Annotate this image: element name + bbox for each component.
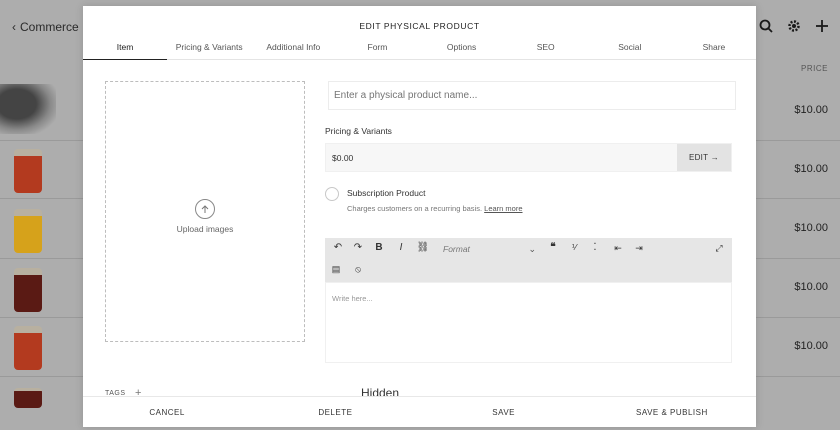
product-price: $10.00 <box>794 340 828 352</box>
price-row: $0.00 EDIT → <box>325 143 732 172</box>
subscription-checkbox[interactable] <box>325 187 339 201</box>
modal-title: EDIT PHYSICAL PRODUCT <box>359 21 480 31</box>
ordered-list-icon[interactable]: ⅟ <box>567 241 581 255</box>
product-thumbnail <box>14 209 42 253</box>
bold-icon[interactable]: B <box>372 241 386 255</box>
back-link[interactable]: ‹ Commerce <box>12 20 79 34</box>
paste-icon[interactable]: ▤ <box>329 262 343 276</box>
save-publish-button[interactable]: SAVE & PUBLISH <box>588 397 756 427</box>
modal-footer: CANCEL DELETE SAVE SAVE & PUBLISH <box>83 396 756 427</box>
tab-bar: Item Pricing & Variants Additional Info … <box>83 38 756 60</box>
format-dropdown[interactable]: Format ⌄ <box>443 244 536 258</box>
search-icon[interactable] <box>758 18 774 34</box>
product-thumbnail <box>0 84 56 134</box>
tab-social[interactable]: Social <box>588 38 672 59</box>
product-thumbnail <box>14 268 42 312</box>
tab-pricing-variants[interactable]: Pricing & Variants <box>167 38 251 59</box>
quote-icon[interactable]: ❝ <box>546 241 560 255</box>
product-price: $10.00 <box>794 104 828 116</box>
upload-arrow-icon <box>195 199 215 219</box>
edit-product-modal: EDIT PHYSICAL PRODUCT Item Pricing & Var… <box>83 6 756 427</box>
save-button[interactable]: SAVE <box>420 397 588 427</box>
price-value: $0.00 <box>332 153 354 163</box>
subscription-description: Charges customers on a recurring basis. … <box>347 204 523 213</box>
tab-additional-info[interactable]: Additional Info <box>251 38 335 59</box>
upload-images-label: Upload images <box>176 224 234 234</box>
cancel-button[interactable]: CANCEL <box>83 397 251 427</box>
tab-form[interactable]: Form <box>335 38 419 59</box>
tab-options[interactable]: Options <box>420 38 504 59</box>
price-column-header: PRICE <box>801 64 828 73</box>
indent-icon[interactable]: ⇥ <box>632 241 646 255</box>
clear-format-icon[interactable]: ⦸ <box>351 262 365 276</box>
toolbar-row: ↶ ↷ B I ⛓ Format ⌄ ❝ ⅟ ⁚ ⇤ ⇥ ⤢ <box>325 241 732 261</box>
redo-icon[interactable]: ↷ <box>351 241 365 255</box>
chevron-down-icon: ⌄ <box>528 244 536 254</box>
rich-text-toolbar: ↶ ↷ B I ⛓ Format ⌄ ❝ ⅟ ⁚ ⇤ ⇥ ⤢ ▤ ⦸ <box>325 238 732 282</box>
delete-button[interactable]: DELETE <box>251 397 419 427</box>
subscription-title: Subscription Product <box>347 188 426 198</box>
product-price: $10.00 <box>794 281 828 293</box>
product-thumbnail <box>14 326 42 370</box>
background-toolbar-icons <box>758 18 830 34</box>
format-dropdown-label: Format <box>443 244 470 254</box>
product-price: $10.00 <box>794 163 828 175</box>
undo-icon[interactable]: ↶ <box>331 241 345 255</box>
italic-icon[interactable]: I <box>394 241 408 255</box>
pricing-section-label: Pricing & Variants <box>325 126 392 136</box>
tab-item[interactable]: Item <box>83 38 168 60</box>
gear-icon[interactable] <box>786 18 802 34</box>
subscription-description-text: Charges customers on a recurring basis. <box>347 204 483 213</box>
fullscreen-icon[interactable]: ⤢ <box>712 241 726 255</box>
product-name-input[interactable] <box>328 81 736 110</box>
edit-pricing-button[interactable]: EDIT → <box>677 144 731 171</box>
outdent-icon[interactable]: ⇤ <box>611 241 625 255</box>
link-icon[interactable]: ⛓ <box>416 241 430 255</box>
back-link-label: Commerce <box>20 20 79 34</box>
chevron-left-icon: ‹ <box>12 20 16 34</box>
editor-placeholder: Write here... <box>332 294 373 303</box>
tab-seo[interactable]: SEO <box>504 38 588 59</box>
tab-share[interactable]: Share <box>672 38 756 59</box>
description-editor[interactable]: Write here... <box>325 282 732 363</box>
product-thumbnail <box>14 388 42 408</box>
image-upload-dropzone[interactable]: Upload images <box>105 81 305 342</box>
product-thumbnail <box>14 149 42 193</box>
toolbar-row: ▤ ⦸ <box>325 262 732 282</box>
product-price: $10.00 <box>794 222 828 234</box>
learn-more-link[interactable]: Learn more <box>484 204 522 213</box>
bulleted-list-icon[interactable]: ⁚ <box>588 241 602 255</box>
plus-icon[interactable] <box>814 18 830 34</box>
